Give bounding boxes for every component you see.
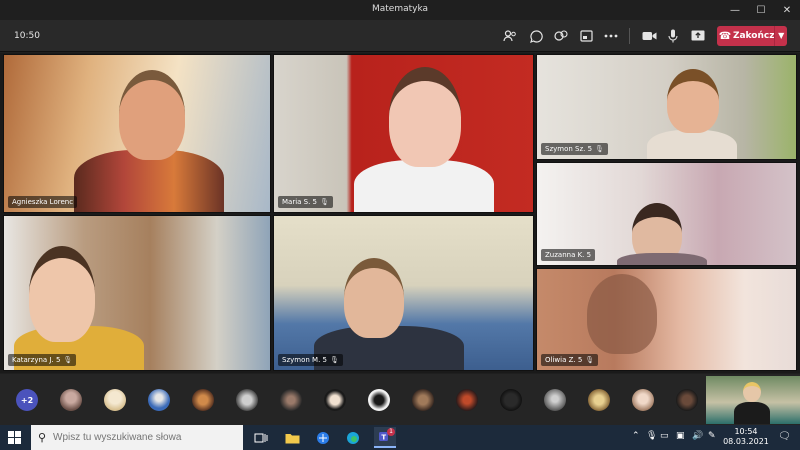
windows-taskbar: ⚲ T 1 ⌃ 🎙 ▭ ▣ 🔊 ✎ 10:54 08.03.2021 🗨 — [0, 425, 800, 450]
window-controls: — ☐ ✕ — [722, 0, 800, 20]
leave-label: Zakończ — [732, 31, 775, 41]
avatar[interactable] — [412, 389, 434, 411]
video-tile[interactable]: Szymon M. 5 🎙 — [273, 215, 534, 371]
window-title: Matematyka — [371, 4, 429, 14]
notification-icon[interactable]: 🗨 — [778, 431, 791, 442]
pen-icon[interactable]: ✎ — [708, 431, 716, 441]
network-icon[interactable]: ▣ — [676, 431, 685, 441]
avatar[interactable] — [588, 389, 610, 411]
video-feed-shape — [354, 160, 494, 212]
avatar[interactable] — [324, 389, 346, 411]
more-participants-button[interactable]: +2 — [16, 389, 38, 411]
more-icon[interactable] — [603, 28, 619, 44]
camera-icon[interactable] — [641, 28, 657, 44]
video-tile[interactable]: Szymon Sz. 5 🎙 — [536, 54, 797, 160]
mic-muted-icon: 🎙 — [63, 356, 73, 364]
leave-button[interactable]: ☎ Zakończ ▼ — [717, 26, 787, 46]
taskbar-clock[interactable]: 10:54 08.03.2021 — [722, 427, 770, 447]
window-titlebar: Matematyka — ☐ ✕ — [0, 0, 800, 20]
video-feed-shape — [647, 130, 737, 159]
taskbar-search[interactable]: ⚲ — [31, 425, 243, 450]
video-grid: Agnieszka Lorenc Maria S. 5 🎙 Szymon Sz.… — [0, 53, 800, 373]
reactions-icon[interactable] — [553, 28, 569, 44]
mic-muted-icon: 🎙 — [320, 198, 329, 206]
participant-name: Agnieszka Lorenc — [8, 196, 78, 208]
volume-icon[interactable]: 🔊 — [692, 431, 703, 441]
file-explorer-icon[interactable] — [284, 429, 301, 446]
participants-icon[interactable] — [502, 28, 518, 44]
video-feed-shape — [344, 258, 404, 338]
avatar[interactable] — [192, 389, 214, 411]
participant-name: Zuzanna K. 5 — [541, 249, 596, 261]
video-feed-shape — [29, 246, 95, 342]
taskbar-search-input[interactable] — [53, 432, 233, 443]
video-tile[interactable]: Agnieszka Lorenc — [3, 54, 271, 213]
task-view-icon[interactable] — [252, 429, 269, 446]
video-feed-shape — [743, 382, 761, 402]
participant-name-text: Szymon M. 5 — [282, 356, 327, 364]
close-button[interactable]: ✕ — [774, 0, 800, 20]
edge-icon[interactable] — [344, 429, 361, 446]
video-feed-shape — [734, 402, 770, 424]
svg-text:T: T — [381, 433, 386, 441]
video-tile[interactable]: Zuzanna K. 5 — [536, 162, 797, 266]
participant-name: Maria S. 5 🎙 — [278, 196, 333, 208]
video-tile[interactable]: Maria S. 5 🎙 — [273, 54, 534, 213]
avatar[interactable] — [632, 389, 654, 411]
avatar[interactable] — [456, 389, 478, 411]
chat-icon[interactable] — [528, 28, 544, 44]
meeting-toolbar: 10:50 ☎ Zakończ ▼ — [0, 20, 800, 52]
participant-name-text: Zuzanna K. 5 — [545, 251, 592, 259]
avatar[interactable] — [368, 389, 390, 411]
taskbar-time: 10:54 — [734, 427, 758, 436]
chevron-down-icon[interactable]: ▼ — [774, 26, 787, 46]
video-feed-shape — [119, 70, 185, 160]
maximize-button[interactable]: ☐ — [748, 0, 774, 20]
participant-name: Szymon Sz. 5 🎙 — [541, 143, 608, 155]
avatar[interactable] — [60, 389, 82, 411]
mic-muted-icon: 🎙 — [595, 145, 604, 153]
browser-icon[interactable] — [314, 429, 331, 446]
mic-muted-icon: 🎙 — [585, 356, 595, 364]
share-icon[interactable] — [690, 28, 706, 44]
mic-muted-icon: 🎙 — [329, 356, 339, 364]
video-feed-shape — [617, 253, 707, 265]
avatar[interactable] — [280, 389, 302, 411]
avatar[interactable] — [676, 389, 698, 411]
phone-hangup-icon: ☎ — [718, 30, 732, 42]
participant-name-text: Katarzyna J. 5 — [12, 356, 61, 364]
windows-start-icon[interactable] — [8, 431, 21, 444]
avatar[interactable] — [148, 389, 170, 411]
teams-badge: 1 — [387, 428, 395, 436]
participant-name: Szymon M. 5 🎙 — [278, 354, 343, 366]
participant-strip: +2 — [0, 374, 800, 425]
mic-tray-icon[interactable]: 🎙 — [646, 431, 657, 441]
taskbar-date: 08.03.2021 — [723, 437, 769, 446]
participant-name-text: Maria S. 5 — [282, 198, 318, 206]
participant-name: Katarzyna J. 5 🎙 — [8, 354, 77, 366]
avatar[interactable] — [544, 389, 566, 411]
meeting-clock: 10:50 — [14, 31, 40, 41]
participant-name-text: Oliwia Z. 5 — [545, 356, 583, 364]
minimize-button[interactable]: — — [722, 0, 748, 20]
chevron-up-icon[interactable]: ⌃ — [632, 431, 640, 441]
battery-icon[interactable]: ▭ — [660, 431, 669, 441]
avatar[interactable] — [104, 389, 126, 411]
video-tile[interactable]: Oliwia Z. 5 🎙 — [536, 268, 797, 371]
rooms-icon[interactable] — [578, 28, 594, 44]
video-feed-shape — [389, 67, 461, 167]
self-view-video[interactable] — [706, 376, 800, 424]
toolbar-separator — [629, 28, 630, 44]
avatar[interactable] — [236, 389, 258, 411]
mic-icon[interactable] — [665, 28, 681, 44]
video-feed-shape — [667, 69, 719, 133]
participant-name-text: Szymon Sz. 5 — [545, 145, 593, 153]
video-tile[interactable]: Katarzyna J. 5 🎙 — [3, 215, 271, 371]
search-icon: ⚲ — [37, 431, 47, 444]
video-feed-shape — [587, 274, 657, 354]
teams-icon[interactable]: T 1 — [374, 427, 396, 448]
participant-name: Oliwia Z. 5 🎙 — [541, 354, 599, 366]
avatar[interactable] — [500, 389, 522, 411]
participant-name-text: Agnieszka Lorenc — [12, 198, 74, 206]
